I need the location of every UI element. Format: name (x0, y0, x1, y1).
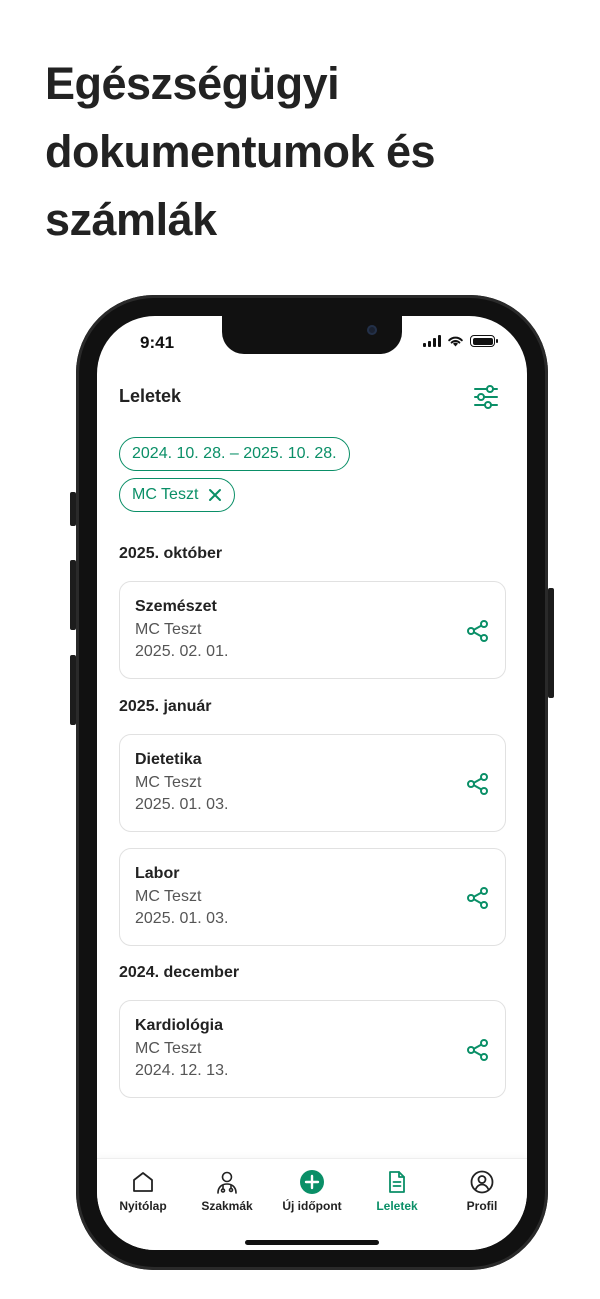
share-icon[interactable] (466, 886, 490, 910)
close-icon[interactable] (208, 488, 222, 502)
home-indicator (245, 1240, 379, 1245)
page-title: Leletek (119, 386, 182, 406)
card-person: MC Teszt (135, 621, 202, 638)
status-time: 9:41 (140, 333, 175, 352)
tab-label: Profil (466, 1199, 498, 1213)
camera-icon (367, 325, 377, 335)
bottom-tab-bar: Nyitólap Szakmák Új időpont Leletek Prof… (97, 1158, 527, 1250)
phone-screen: 9:41 Leletek 2024. 10. 28. – 2025. 10. 2… (97, 316, 527, 1250)
battery-icon (470, 335, 498, 347)
card-title: Kardiológia (135, 1017, 224, 1034)
document-card[interactable]: Szemészet MC Teszt 2025. 02. 01. (119, 581, 506, 679)
section-heading: 2025. október (119, 545, 223, 562)
plus-circle-icon (300, 1170, 324, 1194)
headline-line-1: Egészségügyi (45, 58, 340, 109)
document-icon (389, 1171, 405, 1193)
tab-label: Új időpont (282, 1199, 342, 1213)
share-icon[interactable] (466, 1038, 490, 1062)
filter-chip-date-range[interactable]: 2024. 10. 28. – 2025. 10. 28. (119, 437, 350, 471)
user-circle-icon (470, 1170, 494, 1194)
sliders-icon[interactable] (473, 384, 499, 410)
section-heading: 2024. december (119, 964, 240, 981)
card-date: 2024. 12. 13. (135, 1062, 229, 1079)
document-card[interactable]: Kardiológia MC Teszt 2024. 12. 13. (119, 1000, 506, 1098)
tab-results[interactable]: Leletek (354, 1169, 440, 1213)
signal-icon (423, 335, 441, 347)
filter-chip-person[interactable]: MC Teszt (119, 478, 236, 512)
headline-line-3: számlák (45, 194, 217, 245)
tab-label: Leletek (376, 1199, 418, 1213)
card-title: Labor (135, 865, 180, 882)
wifi-icon (448, 336, 463, 347)
card-date: 2025. 01. 03. (135, 796, 229, 813)
status-icons (423, 335, 498, 347)
tab-label: Szakmák (201, 1199, 253, 1213)
section-heading: 2025. január (119, 698, 212, 715)
page-headline: Egészségügyi dokumentumok és számlák (45, 50, 565, 254)
card-person: MC Teszt (135, 774, 202, 791)
headline-line-2: dokumentumok és (45, 126, 436, 177)
card-person: MC Teszt (135, 1040, 202, 1057)
home-icon (133, 1172, 153, 1192)
share-icon[interactable] (466, 772, 490, 796)
tab-profile[interactable]: Profil (439, 1169, 525, 1213)
phone-power-button (548, 588, 554, 698)
document-card[interactable]: Dietetika MC Teszt 2025. 01. 03. (119, 734, 506, 832)
tab-home[interactable]: Nyitólap (100, 1169, 186, 1213)
card-title: Dietetika (135, 751, 202, 768)
notch (222, 316, 402, 354)
card-date: 2025. 01. 03. (135, 910, 229, 927)
doctor-icon (217, 1171, 237, 1194)
card-person: MC Teszt (135, 888, 202, 905)
card-date: 2025. 02. 01. (135, 643, 229, 660)
date-range-label: 2024. 10. 28. – 2025. 10. 28. (132, 445, 337, 462)
tab-new-appointment[interactable]: Új időpont (269, 1169, 355, 1213)
tab-label: Nyitólap (119, 1199, 167, 1213)
card-title: Szemészet (135, 598, 217, 615)
document-card[interactable]: Labor MC Teszt 2025. 01. 03. (119, 848, 506, 946)
person-filter-label: MC Teszt (132, 486, 199, 503)
share-icon[interactable] (466, 619, 490, 643)
tab-specialties[interactable]: Szakmák (184, 1169, 270, 1213)
